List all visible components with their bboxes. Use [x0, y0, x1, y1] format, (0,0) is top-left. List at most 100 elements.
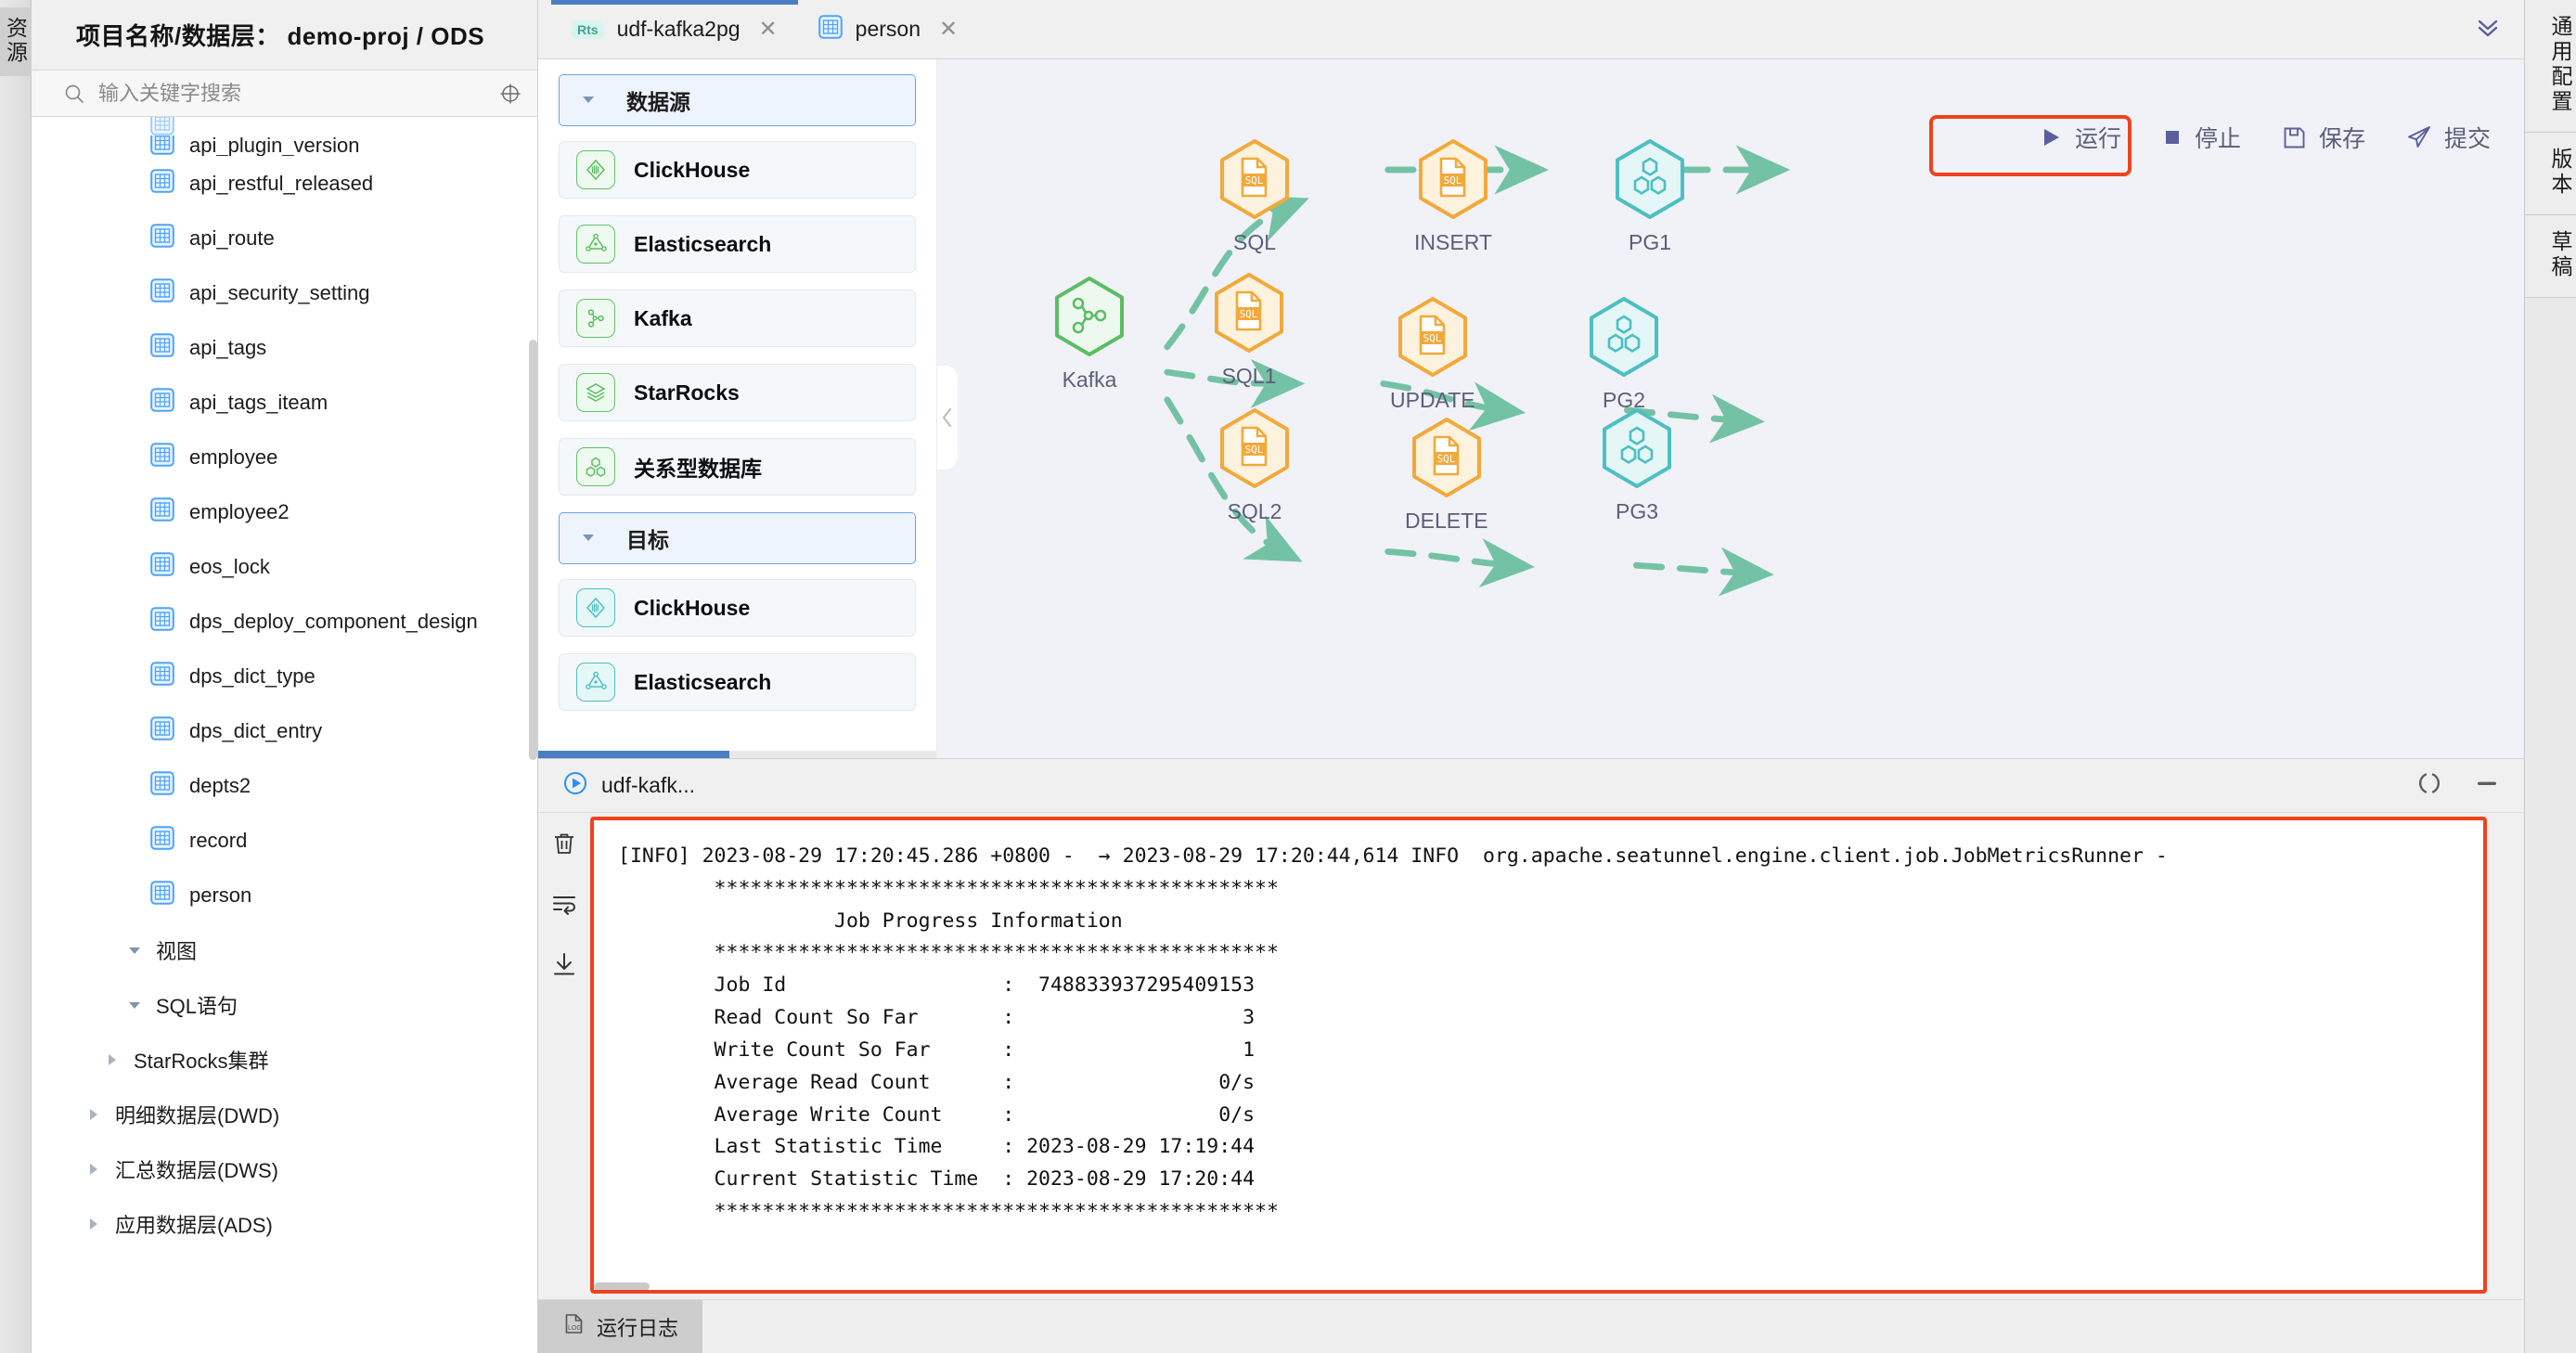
flow-node-sql1[interactable]: SQL SQL1 [1208, 267, 1290, 389]
palette-item-Kafka[interactable]: Kafka [559, 290, 916, 347]
caret-right-icon[interactable] [104, 1051, 122, 1068]
caret-right-icon [85, 1161, 102, 1178]
palette-item-ClickHouse[interactable]: ClickHouse [559, 141, 916, 199]
caret-right-icon [104, 1051, 121, 1068]
tree-item-dps_dict_type[interactable]: dps_dict_type [32, 649, 537, 703]
flow-node-insert[interactable]: SQL INSERT [1412, 134, 1494, 255]
minimize-icon[interactable] [2474, 770, 2500, 801]
tree-item-明细数据层-dwd-[interactable]: 明细数据层(DWD) [32, 1087, 537, 1141]
flow-node-kafka[interactable]: Kafka [1049, 271, 1130, 393]
log-panel: udf-kafk... [538, 759, 2524, 1353]
tree-item-api_route[interactable]: api_route [32, 211, 537, 265]
submit-button[interactable]: 提交 [2406, 121, 2491, 154]
tree-item-eos_lock[interactable]: eos_lock [32, 539, 537, 594]
search-icon [63, 83, 85, 105]
table-icon [150, 607, 174, 631]
log-console[interactable]: [INFO] 2023-08-29 17:20:45.286 +0800 - →… [590, 817, 2487, 1294]
right-rail-tab-1[interactable]: 版本 [2525, 133, 2576, 215]
log-hscrollbar[interactable] [594, 1282, 650, 1291]
flow-node-pg1[interactable]: PG1 [1609, 134, 1691, 255]
tree-item-dps_dict_entry[interactable]: dps_dict_entry [32, 703, 537, 758]
table-icon [150, 278, 174, 308]
caret-down-icon[interactable] [126, 942, 145, 959]
close-icon[interactable]: ✕ [759, 16, 778, 43]
tree-item-depts2[interactable]: depts2 [32, 758, 537, 813]
flow-node-delete[interactable]: SQL DELETE [1405, 412, 1488, 534]
status-tab-run-log[interactable]: LOG 运行日志 [538, 1300, 702, 1353]
tree-item-clipped[interactable] [32, 117, 537, 135]
palette-hscrollbar[interactable] [538, 751, 936, 758]
log-file-icon: LOG [562, 1312, 586, 1341]
caret-down-icon[interactable] [580, 526, 597, 551]
table-icon [150, 771, 174, 795]
sql-node-icon: SQL [1208, 267, 1290, 358]
right-rail-tab-2[interactable]: 草稿 [2525, 215, 2576, 298]
search-input[interactable] [98, 82, 485, 106]
wrap-lines-icon[interactable] [550, 890, 578, 922]
tree-item-employee2[interactable]: employee2 [32, 484, 537, 539]
refresh-icon[interactable] [2416, 770, 2442, 801]
editor-tab-udf-kafka2pg[interactable]: Rtsudf-kafka2pg✕ [551, 0, 798, 58]
download-icon[interactable] [550, 950, 578, 983]
run-button-label: 运行 [2075, 121, 2121, 154]
svg-text:SQL: SQL [1245, 174, 1264, 187]
save-button[interactable]: 保存 [2282, 121, 2365, 154]
play-circle-icon[interactable] [562, 770, 588, 801]
caret-down-icon[interactable] [126, 997, 145, 1013]
starrocks-icon [576, 373, 615, 412]
tree-item-汇总数据层-dws-[interactable]: 汇总数据层(DWS) [32, 1141, 537, 1196]
starrocks-icon [584, 380, 608, 405]
caret-right-icon[interactable] [85, 1161, 104, 1178]
right-rail-tab-0[interactable]: 通用配置 [2525, 0, 2576, 133]
main-area: Rtsudf-kafka2pg✕ person✕ 数据源 ClickHous [538, 0, 2524, 1353]
run-button[interactable]: 运行 [2039, 121, 2121, 154]
flow-node-update[interactable]: SQL UPDATE [1390, 291, 1475, 413]
caret-right-icon [85, 1106, 102, 1123]
tree-item-starrocks集群[interactable]: StarRocks集群 [32, 1032, 537, 1087]
rail-tab-resources[interactable]: 资源 [0, 7, 35, 76]
palette-group-source[interactable]: 数据源 [559, 74, 916, 126]
component-palette[interactable]: 数据源 ClickHouse Elasticsearch Kafka StarR… [538, 59, 937, 758]
table-icon [150, 662, 174, 686]
tree-item-应用数据层-ads-[interactable]: 应用数据层(ADS) [32, 1196, 537, 1251]
flow-node-pg2[interactable]: PG2 [1583, 291, 1665, 413]
node-hex-sql: SQL [1214, 134, 1295, 225]
caret-right-icon[interactable] [85, 1106, 104, 1123]
chevron-left-icon[interactable] [937, 366, 958, 470]
palette-item-ClickHouse[interactable]: ClickHouse [559, 579, 916, 637]
node-hex-pg1 [1609, 134, 1691, 225]
right-rail: 通用配置版本草稿 [2524, 0, 2576, 1353]
flow-node-sql[interactable]: SQL SQL [1214, 134, 1295, 255]
palette-item-Elasticsearch[interactable]: Elasticsearch [559, 653, 916, 711]
caret-down-icon[interactable] [580, 88, 597, 113]
tree-item-employee[interactable]: employee [32, 430, 537, 484]
flow-node-pg3[interactable]: PG3 [1596, 403, 1678, 524]
crosshair-icon[interactable] [498, 82, 522, 106]
tree-item-person[interactable]: person [32, 868, 537, 922]
chevron-double-down-icon[interactable] [2472, 11, 2504, 47]
tree-item-视图[interactable]: 视图 [32, 922, 537, 977]
tree-item-record[interactable]: record [32, 813, 537, 868]
editor-tab-person[interactable]: person✕ [798, 0, 978, 58]
tree-item-api_tags_iteam[interactable]: api_tags_iteam [32, 375, 537, 430]
stop-button[interactable]: 停止 [2162, 121, 2241, 154]
palette-item-Elasticsearch[interactable]: Elasticsearch [559, 215, 916, 273]
tree-item-dps_deploy_component_design[interactable]: dps_deploy_component_design [32, 594, 537, 649]
palette-item-关系型数据库[interactable]: 关系型数据库 [559, 438, 916, 496]
svg-text:SQL: SQL [1240, 308, 1258, 320]
caret-right-icon[interactable] [85, 1216, 104, 1232]
resource-tree[interactable]: api_plugin_version api_restful_released … [32, 117, 537, 1353]
tree-item-api_security_setting[interactable]: api_security_setting [32, 265, 537, 320]
tree-item-api_restful_released[interactable]: api_restful_released [32, 156, 537, 211]
flow-node-sql2[interactable]: SQL SQL2 [1214, 403, 1295, 524]
flow-node-label: INSERT [1412, 230, 1494, 255]
palette-item-StarRocks[interactable]: StarRocks [559, 364, 916, 421]
close-icon[interactable]: ✕ [939, 16, 958, 43]
trash-icon[interactable] [550, 830, 578, 862]
flow-canvas[interactable]: Kafka SQL SQL SQL INSERT [937, 59, 2524, 758]
tree-item-api_tags[interactable]: api_tags [32, 320, 537, 375]
palette-group-target[interactable]: 目标 [559, 512, 916, 564]
sidebar-scrollbar[interactable] [529, 117, 537, 1353]
tree-item-api_plugin_version[interactable]: api_plugin_version [32, 135, 537, 156]
tree-item-sql语句[interactable]: SQL语句 [32, 977, 537, 1032]
